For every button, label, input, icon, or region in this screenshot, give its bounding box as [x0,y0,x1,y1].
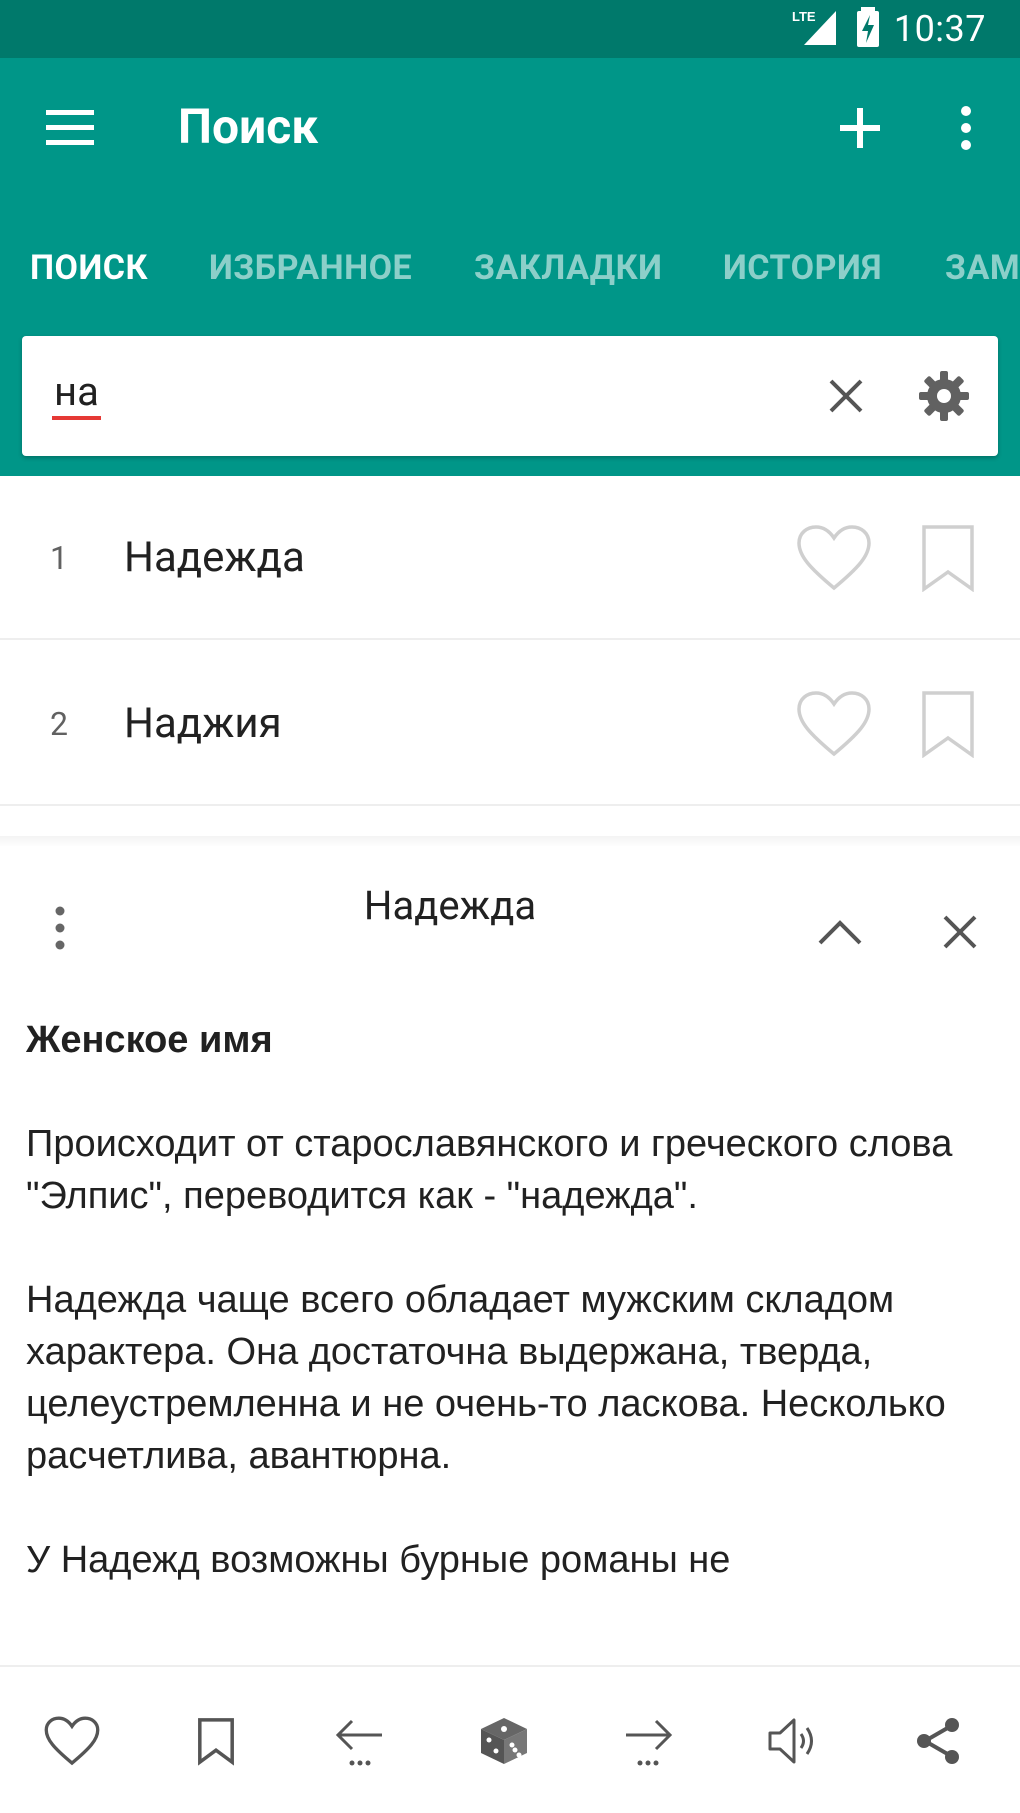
close-icon [829,379,863,413]
tab-bar: ПОИСК ИЗБРАННОЕ ЗАКЛАДКИ ИСТОРИЯ ЗАМ [0,218,1020,318]
gear-icon [919,371,969,421]
chevron-up-icon [818,920,862,945]
list-item[interactable]: 1 Надежда [0,476,1020,640]
bookmark-button[interactable] [906,518,990,598]
close-detail-button[interactable] [924,896,996,968]
tab-favorites[interactable]: ИЗБРАННОЕ [209,218,412,318]
result-word: Надежда [124,533,305,582]
status-time: 10:37 [893,8,986,50]
bookmark-outline-icon [922,691,974,758]
detail-title: Надежда [363,882,537,929]
previous-word-button[interactable] [312,1691,408,1791]
favorite-word-button[interactable] [24,1691,120,1791]
search-settings-button[interactable] [908,360,980,432]
clear-search-button[interactable] [810,360,882,432]
dice-icon [481,1718,527,1764]
heart-outline-icon [797,691,871,757]
status-bar: LTE 10:37 [0,0,1020,58]
heart-outline-icon [44,1716,100,1766]
detail-panel: Надежда Женское имя Происходит от старос… [0,846,1020,1666]
collapse-button[interactable] [804,896,876,968]
plus-icon [840,108,880,148]
network-type-label: LTE [792,9,816,24]
result-number: 1 [50,539,68,577]
pronounce-button[interactable] [746,1691,842,1791]
app-bar: Поиск ПОИСК ИЗБРАННОЕ ЗАКЛАДКИ ИСТОРИЯ З… [0,58,1020,318]
result-number: 2 [50,705,68,743]
detail-content: Женское имя Происходит от старославянско… [26,1014,986,1638]
menu-icon [46,110,94,145]
status-icons: LTE 10:37 [792,0,986,58]
battery-charging-icon [856,7,880,51]
bottom-action-bar [0,1665,1020,1813]
menu-button[interactable] [34,92,106,164]
close-icon [943,915,977,949]
next-word-button[interactable] [600,1691,696,1791]
tab-bookmarks[interactable]: ЗАКЛАДКИ [474,218,662,318]
search-area: на [0,318,1020,476]
bookmark-word-button[interactable] [168,1691,264,1791]
bookmark-button[interactable] [906,684,990,764]
share-icon [917,1718,959,1764]
add-button[interactable] [824,92,896,164]
tab-search[interactable]: ПОИСК [30,218,148,318]
tab-history[interactable]: ИСТОРИЯ [723,218,882,318]
favorite-button[interactable] [792,518,876,598]
arrow-right-icon [626,1719,673,1766]
definition-heading: Женское имя [26,1019,273,1061]
bookmark-outline-icon [198,1718,234,1766]
lte-signal-icon: LTE [792,7,842,51]
arrow-left-icon [335,1719,382,1766]
share-button[interactable] [890,1691,986,1791]
search-input[interactable]: на [52,368,101,420]
definition-paragraph: У Надежд возможны бурные романы не [26,1539,731,1581]
bookmark-outline-icon [922,525,974,592]
random-word-button[interactable] [456,1691,552,1791]
tab-notes[interactable]: ЗАМ [945,218,1020,318]
result-word: Наджия [124,699,282,748]
speaker-icon [768,1718,813,1764]
overflow-menu-button[interactable] [930,92,1002,164]
favorite-button[interactable] [792,684,876,764]
more-vert-icon [961,106,971,150]
heart-outline-icon [797,525,871,591]
page-title: Поиск [178,98,319,155]
definition-paragraph: Происходит от старославянского и греческ… [26,1123,953,1217]
list-item[interactable]: 2 Наджия [0,642,1020,806]
definition-paragraph: Надежда чаще всего обладает мужским скла… [26,1279,946,1477]
search-box: на [22,336,998,456]
